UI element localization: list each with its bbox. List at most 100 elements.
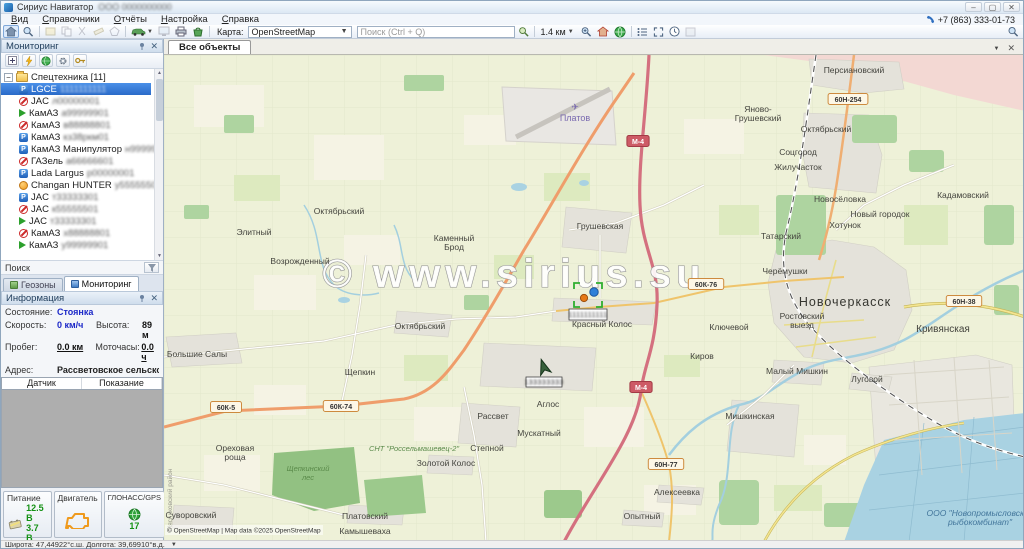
vehicle-row[interactable]: JAC л00000001 (1, 95, 163, 107)
fullscreen-button[interactable] (651, 25, 666, 38)
mileage-value[interactable]: 0.0 км (57, 342, 95, 352)
access-key-button[interactable] (73, 54, 87, 67)
events-button[interactable] (22, 54, 36, 67)
title-bar: Сириус Навигатор ООО 0000000000 – ▢ ✕ (1, 1, 1023, 14)
sensor-col-value[interactable]: Показание (82, 378, 162, 389)
vehicle-name: КамАЗ (29, 108, 58, 119)
vehicle-name: КамАЗ (31, 228, 60, 239)
go-home-button[interactable] (595, 25, 611, 38)
map-provider-select[interactable]: OpenStreetMap ▼ (248, 26, 352, 38)
coordinates-readout: Широта: 47,44922°с.ш. Долгота: 39,69910°… (5, 540, 165, 549)
mileage-label: Пробег: (5, 342, 57, 352)
map-town-label: Элитный (237, 227, 272, 237)
vehicle-row[interactable]: PJAC т33333301 (1, 191, 163, 203)
scroll-up-icon[interactable]: ▲ (156, 70, 163, 76)
vehicle-plate: 1111111111 (60, 84, 107, 95)
cut-tool-button[interactable] (75, 25, 90, 38)
history-button[interactable] (667, 25, 682, 38)
map-town-label: Хотунок (829, 220, 861, 230)
monitoring-toolbar (1, 53, 163, 69)
map-town-label: Камышеваха (339, 526, 390, 536)
monitor-view-button[interactable] (156, 25, 172, 38)
map-canvas[interactable]: © www.sirius.suПерсиановскийЯново-Грушев… (164, 55, 1023, 540)
select-tool-button[interactable] (43, 25, 58, 38)
extra-tool-button[interactable] (683, 25, 698, 38)
support-phone: +7 (863) 333-01-73 (938, 15, 1015, 25)
menu-vid[interactable]: Вид (5, 14, 34, 25)
vehicle-row[interactable]: PКамАЗ кз38ркм01 (1, 131, 163, 143)
map-tab-all-objects[interactable]: Все объекты (168, 40, 251, 54)
list-view-button[interactable] (635, 25, 650, 38)
home-view-button[interactable] (3, 25, 19, 38)
map-tab-label: Все объекты (179, 42, 240, 53)
tab-geozones[interactable]: Геозоны (3, 278, 63, 291)
menu-otchety[interactable]: Отчёты (108, 14, 153, 25)
copy-tool-button[interactable] (59, 25, 74, 38)
vehicle-group-row[interactable]: − Спецтехника [11] (1, 71, 163, 83)
vehicle-row[interactable]: PLada Largus р00000001 (1, 167, 163, 179)
pin-icon[interactable] (138, 42, 146, 50)
statusbar-dropdown-icon[interactable]: ▼ (171, 542, 177, 548)
road-shield: 60Н-254 (828, 94, 868, 105)
monitoring-close-icon[interactable]: ✕ (150, 41, 158, 52)
map-town-label: Октябрьский (801, 124, 852, 134)
maximize-button[interactable]: ▢ (984, 2, 1001, 12)
tree-filter-button[interactable] (144, 262, 159, 273)
sensor-col-name[interactable]: Датчик (2, 378, 82, 389)
vehicle-row[interactable]: JAC т33333301 (1, 215, 163, 227)
power-label: Питание (7, 493, 48, 503)
scroll-thumb[interactable] (156, 79, 163, 121)
global-search-input[interactable] (357, 26, 515, 38)
pin-icon[interactable] (138, 294, 146, 302)
vehicle-list: PLGCE 1111111111JAC л00000001КамАЗ а9999… (1, 83, 163, 251)
shop-button[interactable] (190, 25, 206, 38)
status-stopped-icon (19, 157, 28, 166)
vehicle-row[interactable]: PКамАЗ Манипулятор н99999901 (1, 143, 163, 155)
menu-nastroyka[interactable]: Настройка (155, 14, 214, 25)
ruler-tool-button[interactable] (91, 25, 106, 38)
polygon-tool-button[interactable] (107, 25, 122, 38)
map-scale-control[interactable]: 1.4 км ▼ (538, 27, 577, 37)
sensor-table-header: Датчик Показание (1, 377, 163, 390)
expand-all-button[interactable] (5, 54, 19, 67)
minimize-button[interactable]: – (965, 2, 982, 12)
close-button[interactable]: ✕ (1003, 2, 1020, 12)
map-tab-dropdown-icon[interactable]: ▼ (994, 46, 1000, 52)
vehicle-row[interactable]: JAC к55555501 (1, 203, 163, 215)
tree-scrollbar[interactable]: ▲ ▼ (154, 69, 163, 260)
print-button[interactable] (173, 25, 189, 38)
tab-monitoring[interactable]: Мониторинг (64, 276, 139, 291)
vehicle-icon (131, 26, 147, 37)
map-town-label: Мишкинская (725, 411, 775, 421)
far-search-button[interactable] (1005, 25, 1021, 38)
menu-spravochniki[interactable]: Справочники (36, 14, 106, 25)
vehicle-row[interactable]: ГАЗель а66666601 (1, 155, 163, 167)
info-close-icon[interactable]: ✕ (150, 293, 158, 304)
settings-button[interactable] (56, 54, 70, 67)
road-shield: 60К-76 (688, 279, 723, 290)
vehicle-row[interactable]: КамАЗ а99999901 (1, 107, 163, 119)
svg-text:60К-76: 60К-76 (695, 282, 717, 289)
map-tab-close-icon[interactable]: ✕ (1007, 43, 1015, 54)
collapse-icon[interactable]: − (4, 73, 13, 82)
vehicle-row[interactable]: Changan HUNTER у55555501 (1, 179, 163, 191)
vehicle-menu-button[interactable]: ▼ (129, 25, 155, 38)
map-attribution: © OpenStreetMap | Map data ©2025 OpenStr… (165, 525, 323, 535)
vehicle-row[interactable]: КамАЗ х88888801 (1, 227, 163, 239)
vehicle-row[interactable]: КамАЗ в88888801 (1, 119, 163, 131)
zoom-search-button[interactable] (578, 25, 594, 38)
globe-view-button[interactable] (612, 25, 628, 38)
menu-spravka[interactable]: Справка (216, 14, 265, 25)
show-on-map-button[interactable] (39, 54, 53, 67)
map-select-label: Карта: (217, 27, 244, 37)
vehicle-map-label: 1111111111 (568, 309, 607, 320)
vehicle-row[interactable]: КамАЗ у99999901 (1, 239, 163, 251)
engine-hours-value[interactable]: 0.0 ч (141, 342, 159, 362)
ruler-icon (93, 26, 104, 37)
tree-search-row: Поиск (1, 261, 163, 275)
search-tool-button[interactable] (20, 25, 36, 38)
vehicle-row[interactable]: PLGCE 1111111111 (1, 83, 151, 95)
run-search-button[interactable] (516, 25, 531, 38)
scroll-down-icon[interactable]: ▼ (156, 253, 163, 259)
state-label: Состояние: (5, 307, 57, 317)
